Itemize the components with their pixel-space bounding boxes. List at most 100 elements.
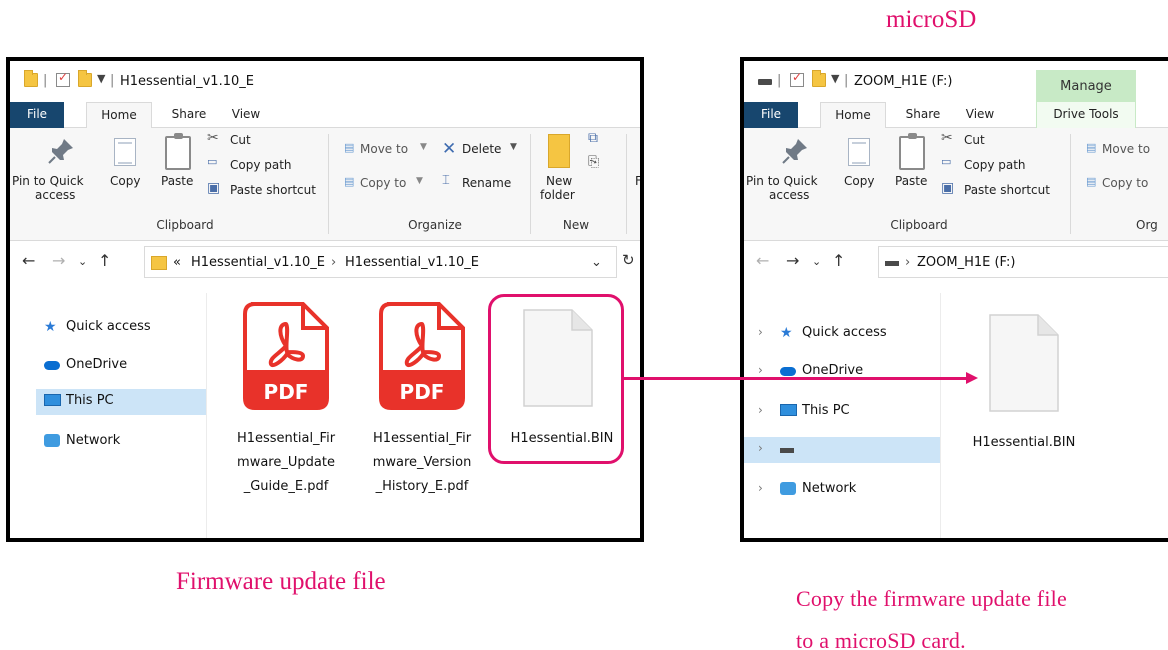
quick-access-dropdown-icon[interactable]: ▼ <box>97 72 105 85</box>
paste-icon <box>165 133 191 170</box>
tab-view[interactable]: View <box>222 102 270 128</box>
nav-label: Network <box>66 433 121 448</box>
open-group-button[interactable]: F <box>635 174 640 188</box>
chevron-right-icon[interactable]: › <box>758 403 763 417</box>
chevron-right-icon[interactable]: › <box>758 481 763 495</box>
nav-this-pc[interactable]: › This PC <box>744 399 940 425</box>
manage-context-tab[interactable]: Manage <box>1036 70 1136 102</box>
group-divider <box>626 134 627 234</box>
star-icon: ★ <box>780 325 793 341</box>
up-button[interactable]: ↑ <box>832 251 845 270</box>
cut-icon: ✂ <box>941 130 953 146</box>
tab-home[interactable]: Home <box>820 102 886 129</box>
pin-to-quick-access-button[interactable]: Pin to Quick <box>12 174 84 188</box>
file-label-version-history[interactable]: H1essential_Fir mware_Version _History_E… <box>358 427 486 499</box>
rename-button[interactable]: Rename <box>462 176 511 190</box>
pin-label-line2: access <box>769 188 810 202</box>
paste-button[interactable]: Paste <box>161 174 193 188</box>
computer-icon <box>780 404 797 416</box>
nav-quick-access[interactable]: ★ Quick access <box>40 315 200 341</box>
breadcrumb-parent[interactable]: H1essential_v1.10_E <box>191 255 325 270</box>
folder-icon <box>151 256 167 270</box>
computer-icon <box>44 394 61 406</box>
chevron-right-icon[interactable]: › <box>758 325 763 339</box>
pane-divider <box>206 293 207 538</box>
copy-to-dropdown-icon[interactable]: ▼ <box>416 176 423 186</box>
nav-this-pc[interactable]: This PC <box>36 389 206 415</box>
copy-to-button[interactable]: Copy to <box>1102 176 1148 190</box>
pdf-file-icon[interactable]: PDF <box>379 302 465 410</box>
properties-icon[interactable] <box>56 70 70 87</box>
address-overflow-chevron[interactable]: « <box>173 255 181 270</box>
new-folder-label-line2: folder <box>540 188 575 202</box>
highlight-box <box>488 294 624 464</box>
copy-to-icon: ▤ <box>1086 175 1097 188</box>
tab-share[interactable]: Share <box>162 102 216 128</box>
new-group-label: New <box>562 218 590 232</box>
new-folder-button[interactable]: New <box>546 174 572 188</box>
copy-arrow <box>622 377 970 380</box>
nav-zoom-drive[interactable]: › <box>744 437 940 463</box>
tab-share[interactable]: Share <box>896 102 950 128</box>
tab-file[interactable]: File <box>744 102 798 128</box>
tab-view[interactable]: View <box>956 102 1004 128</box>
move-to-button[interactable]: Move to <box>1102 142 1150 156</box>
recent-locations-dropdown-icon[interactable]: ⌄ <box>78 255 87 268</box>
address-input[interactable]: « H1essential_v1.10_E › H1essential_v1.1… <box>144 246 617 278</box>
back-button[interactable]: ← <box>756 251 769 270</box>
pdf-file-icon[interactable]: PDF <box>243 302 329 410</box>
recent-locations-dropdown-icon[interactable]: ⌄ <box>812 255 821 268</box>
pane-divider <box>940 293 941 538</box>
nav-quick-access[interactable]: › ★ Quick access <box>744 321 940 347</box>
forward-button[interactable]: → <box>786 251 799 270</box>
delete-button[interactable]: Delete <box>462 142 501 156</box>
paste-shortcut-button[interactable]: Paste shortcut <box>964 183 1050 197</box>
breadcrumb-current[interactable]: ZOOM_H1E (F:) <box>917 255 1015 270</box>
copy-icon <box>848 138 870 166</box>
copy-path-button[interactable]: Copy path <box>230 158 292 172</box>
network-icon <box>780 482 796 495</box>
copy-to-button[interactable]: Copy to <box>360 176 406 190</box>
breadcrumb-current[interactable]: H1essential_v1.10_E <box>345 255 479 270</box>
tab-file[interactable]: File <box>10 102 64 128</box>
forward-button[interactable]: → <box>52 251 65 270</box>
pin-to-quick-access-button[interactable]: Pin to Quick <box>746 174 818 188</box>
chevron-right-icon[interactable]: › <box>758 441 763 455</box>
nav-label: OneDrive <box>66 357 128 372</box>
easy-access-icon[interactable]: ⎘ <box>588 154 599 170</box>
up-button[interactable]: ↑ <box>98 251 111 270</box>
nav-network[interactable]: Network <box>40 429 200 455</box>
address-input[interactable]: › ZOOM_H1E (F:) <box>878 246 1168 278</box>
chevron-right-icon[interactable]: › <box>758 363 763 377</box>
back-button[interactable]: ← <box>22 251 35 270</box>
tab-drive-tools[interactable]: Drive Tools <box>1036 102 1136 128</box>
new-folder-icon[interactable] <box>812 70 826 87</box>
nav-onedrive[interactable]: OneDrive <box>40 353 200 379</box>
tab-home[interactable]: Home <box>86 102 152 129</box>
cloud-icon <box>44 361 60 370</box>
nav-network[interactable]: › Network <box>744 477 940 503</box>
nav-label: Quick access <box>802 325 887 340</box>
bin-file-icon[interactable] <box>988 313 1060 413</box>
file-label-update-guide[interactable]: H1essential_Fir mware_Update _Guide_E.pd… <box>222 427 350 499</box>
refresh-icon[interactable]: ↻ <box>622 251 635 269</box>
quick-access-dropdown-icon[interactable]: ▼ <box>831 72 839 85</box>
new-item-icon[interactable]: ⧉ <box>588 130 598 146</box>
file-name-line: _Guide_E.pdf <box>243 479 329 494</box>
delete-dropdown-icon[interactable]: ▼ <box>510 142 517 152</box>
cut-button[interactable]: Cut <box>964 133 985 147</box>
move-to-button[interactable]: Move to <box>360 142 408 156</box>
copy-button[interactable]: Copy <box>844 174 874 188</box>
copy-path-button[interactable]: Copy path <box>964 158 1026 172</box>
address-dropdown-icon[interactable]: ⌄ <box>591 255 602 270</box>
paste-button[interactable]: Paste <box>895 174 927 188</box>
paste-shortcut-button[interactable]: Paste shortcut <box>230 183 316 197</box>
new-folder-icon[interactable] <box>78 70 92 87</box>
file-label-bin[interactable]: H1essential.BIN <box>956 431 1092 455</box>
nav-onedrive[interactable]: › OneDrive <box>744 359 940 385</box>
properties-icon[interactable] <box>790 70 804 87</box>
cut-button[interactable]: Cut <box>230 133 251 147</box>
delete-icon: ✕ <box>442 139 457 159</box>
move-to-dropdown-icon[interactable]: ▼ <box>420 142 427 152</box>
copy-button[interactable]: Copy <box>110 174 140 188</box>
